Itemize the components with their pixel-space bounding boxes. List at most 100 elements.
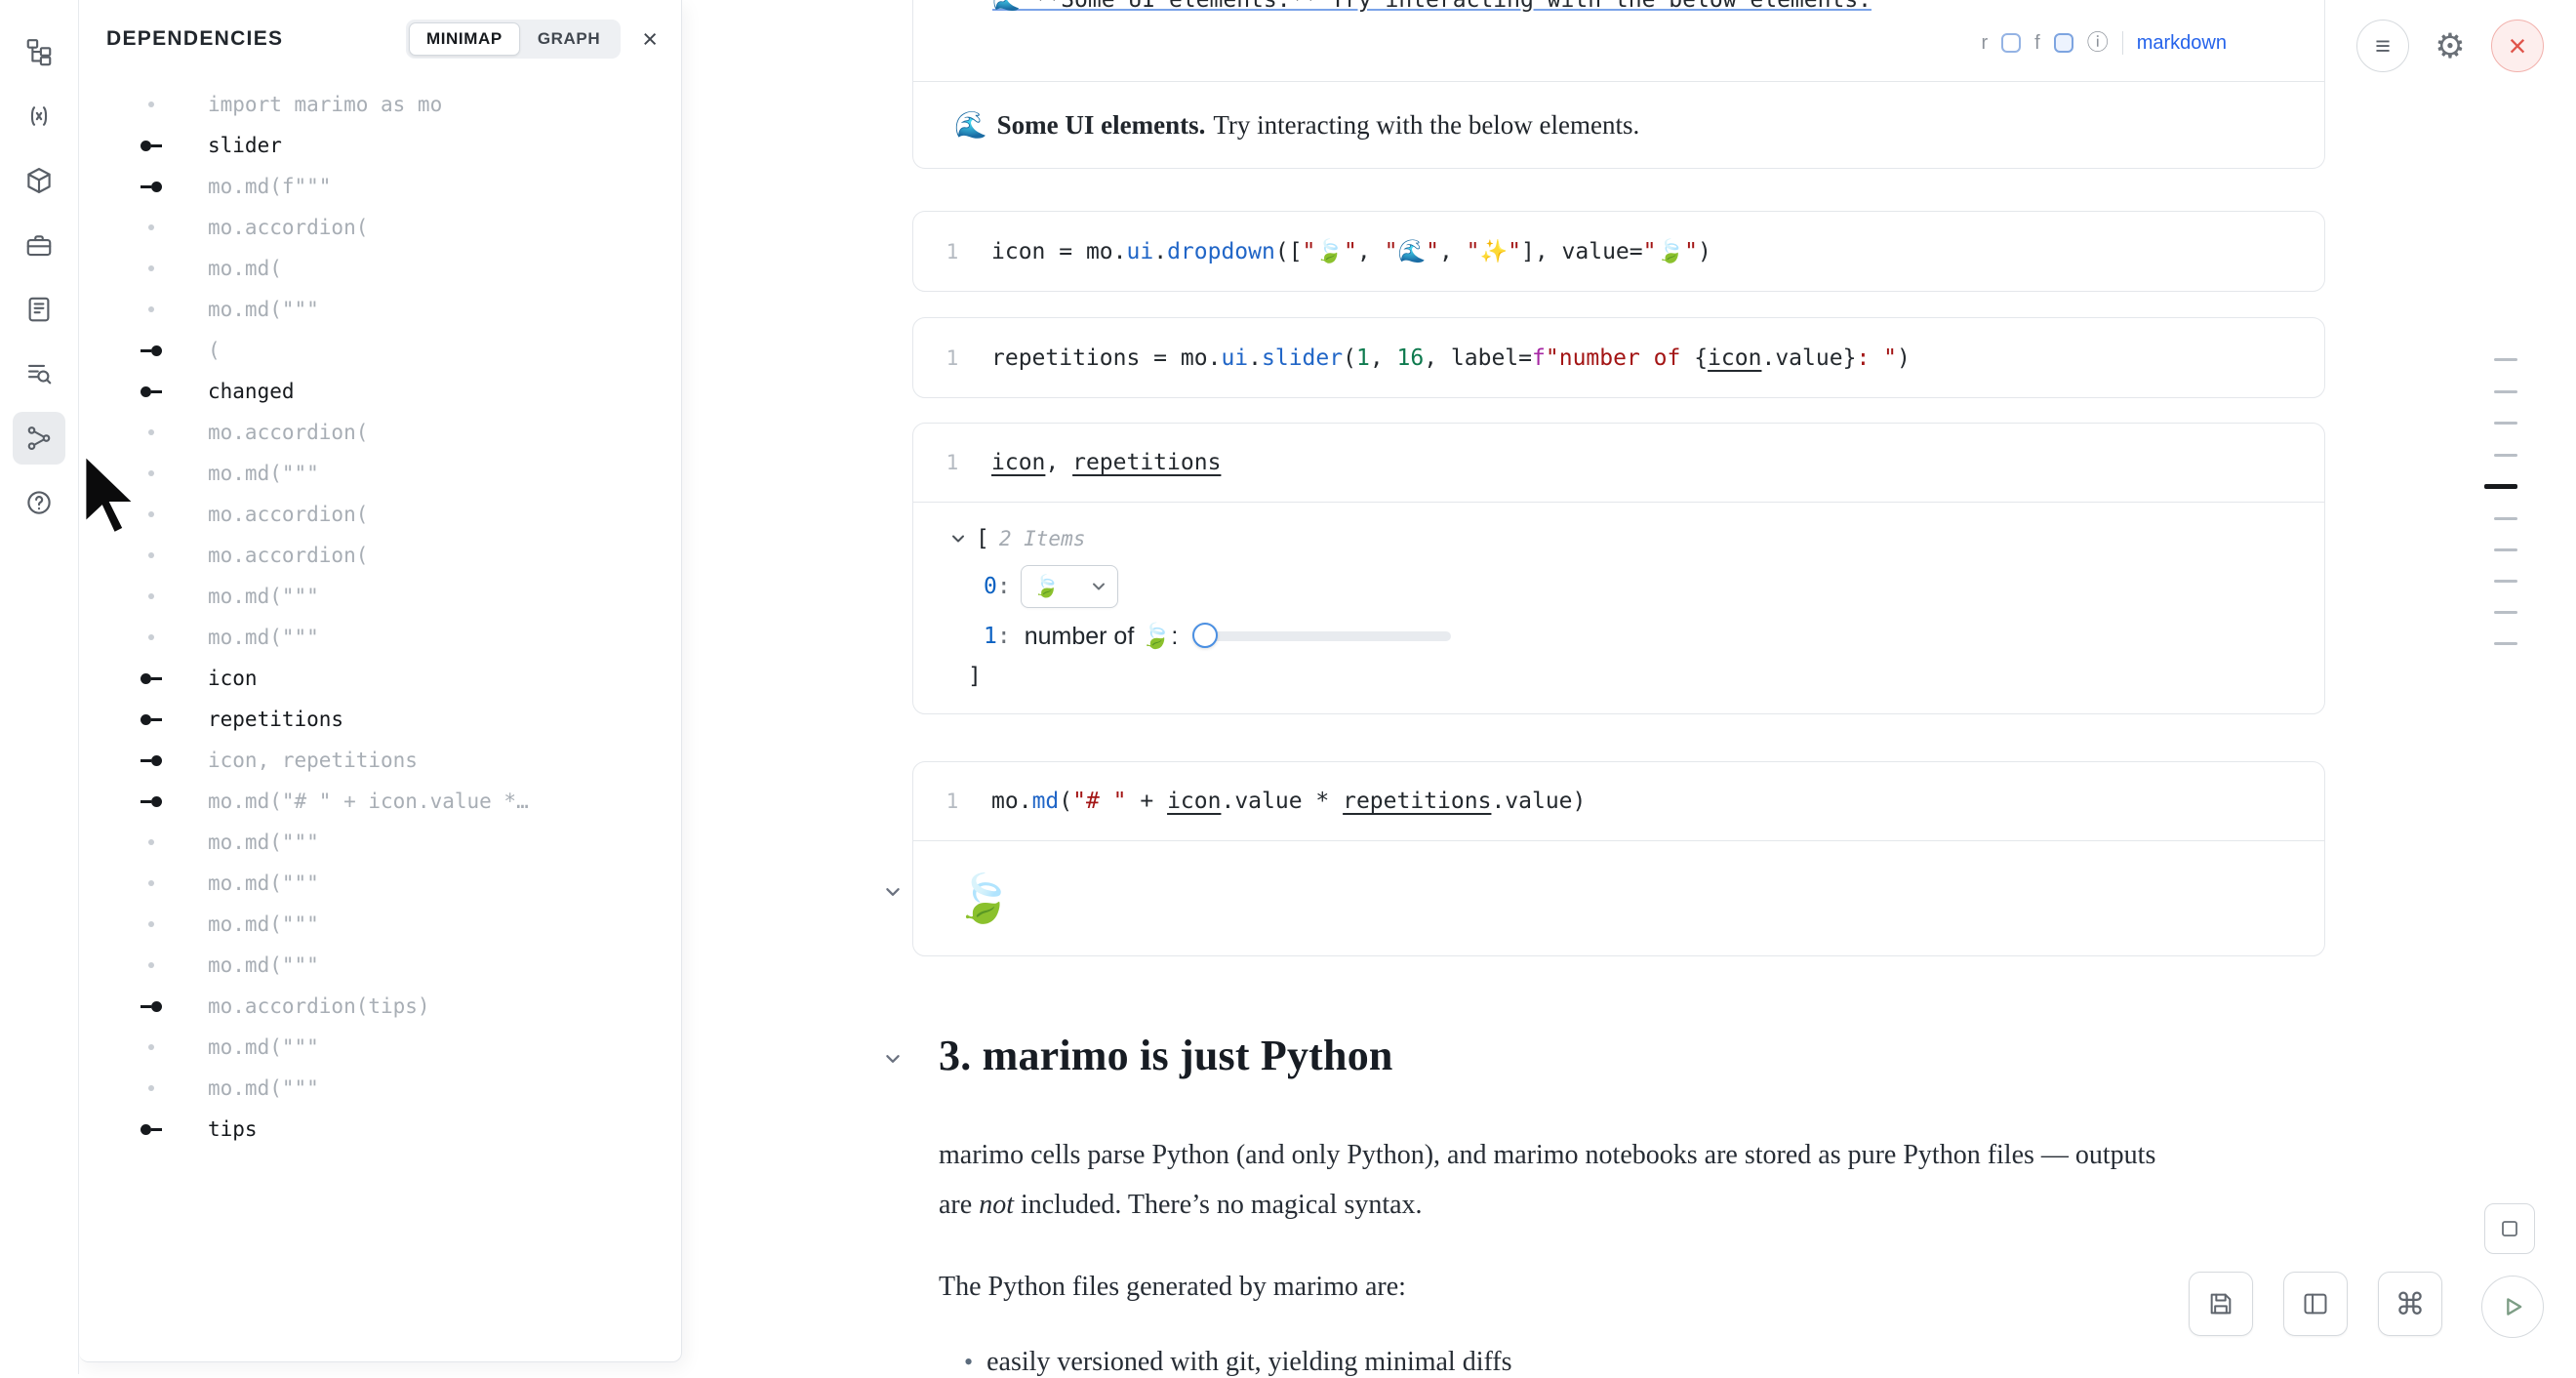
dependency-row[interactable]: mo.accordion( <box>79 207 681 248</box>
minimap-cell-line[interactable] <box>2494 642 2517 645</box>
paragraph: The Python files generated by marimo are… <box>939 1262 2285 1312</box>
dependency-row[interactable]: mo.md(f""" <box>79 166 681 207</box>
logs-icon[interactable] <box>13 347 65 400</box>
dependency-row[interactable]: ( <box>79 330 681 371</box>
minimap-cell-line[interactable] <box>2494 517 2517 520</box>
section-marimo-is-just-python: 3. marimo is just Python marimo cells pa… <box>939 1029 2285 1378</box>
line-number: 1 <box>913 240 991 263</box>
cell-dot-marker <box>128 593 175 599</box>
graph-node-marker <box>128 386 175 397</box>
minimap-cell-line[interactable] <box>2494 548 2517 551</box>
markdown-source-line[interactable]: 🌊 **Some UI elements.** Try interacting … <box>992 0 1872 13</box>
dependency-label: mo.md(""" <box>208 912 319 936</box>
raw-toggle-checkbox[interactable] <box>2001 33 2021 53</box>
markdown-output: 🌊Some UI elements.Try interacting with t… <box>913 82 2324 168</box>
snippets-icon[interactable] <box>13 90 65 142</box>
raw-toggle-label: r <box>1981 32 1988 55</box>
dependency-row[interactable]: mo.accordion( <box>79 535 681 576</box>
cell-collapse-chevron-icon[interactable] <box>883 883 903 903</box>
list-item-text: easily versioned with git, yielding mini… <box>986 1347 1511 1378</box>
dependency-row[interactable]: mo.md(""" <box>79 822 681 863</box>
file-tree-icon[interactable] <box>13 25 65 78</box>
shutdown-icon[interactable]: × <box>2491 20 2544 72</box>
dependency-row[interactable]: icon <box>79 658 681 699</box>
cell-dot-marker <box>128 306 175 312</box>
dependency-row[interactable]: mo.accordion(tips) <box>79 986 681 1027</box>
keyboard-shortcuts-icon[interactable]: ⌘ <box>2378 1272 2442 1336</box>
dependency-row[interactable]: mo.md(""" <box>79 863 681 904</box>
dependency-row[interactable]: mo.md(""" <box>79 945 681 986</box>
dependency-label: mo.md(""" <box>208 1035 319 1059</box>
cell-dot-marker <box>128 429 175 435</box>
dependency-row[interactable]: mo.md(""" <box>79 1027 681 1068</box>
dependency-label: mo.md(""" <box>208 871 319 895</box>
code-editor-line[interactable]: mo.md("# " + icon.value * repetitions.va… <box>991 789 1586 814</box>
view-toggle: MINIMAP GRAPH <box>406 20 621 59</box>
layout-panel-icon[interactable] <box>2283 1272 2348 1336</box>
dependency-row[interactable]: mo.md(""" <box>79 289 681 330</box>
array-output: [ 2 Items 0: 🍃 1: number of 🍃: <box>913 503 2324 713</box>
markdown-editor[interactable]: 🌊 **Some UI elements.** Try interacting … <box>913 0 2324 82</box>
dependency-label: mo.accordion(tips) <box>208 994 430 1018</box>
fstring-toggle-checkbox[interactable] <box>2054 33 2073 53</box>
code-editor-line[interactable]: repetitions = mo.ui.slider(1, 16, label=… <box>991 345 1911 371</box>
dependency-row[interactable]: mo.accordion( <box>79 494 681 535</box>
dependency-row[interactable]: mo.md(""" <box>79 453 681 494</box>
packages-icon[interactable] <box>13 154 65 207</box>
save-icon[interactable] <box>2189 1272 2253 1336</box>
minimap-cell-line[interactable] <box>2494 454 2517 457</box>
icon-dropdown-select[interactable]: 🍃 <box>1021 565 1118 608</box>
markdown-mode-button[interactable]: markdown <box>2137 32 2227 55</box>
dependency-row[interactable]: repetitions <box>79 699 681 740</box>
dependency-row[interactable]: mo.md( <box>79 248 681 289</box>
dependency-label: repetitions <box>208 708 343 731</box>
cell-dot-marker <box>128 101 175 107</box>
minimap-cell-line[interactable] <box>2494 422 2517 425</box>
dependency-row[interactable]: icon, repetitions <box>79 740 681 781</box>
minimap-cell-line[interactable] <box>2494 611 2517 614</box>
scratchpad-icon[interactable] <box>13 283 65 336</box>
dependency-label: mo.md(f""" <box>208 175 331 198</box>
line-number: 1 <box>913 790 991 813</box>
minimap-cell-line[interactable] <box>2484 484 2517 489</box>
minimap-toggle-icon[interactable] <box>2484 1203 2535 1254</box>
bullet-list: •easily versioned with git, yielding min… <box>939 1347 2285 1378</box>
chevron-down-icon[interactable] <box>950 531 966 547</box>
tab-graph[interactable]: GRAPH <box>520 22 618 56</box>
info-icon[interactable]: ⓘ <box>2087 32 2109 54</box>
dependency-row[interactable]: mo.accordion( <box>79 412 681 453</box>
cell-dot-marker <box>128 1085 175 1091</box>
dependency-row[interactable]: tips <box>79 1109 681 1150</box>
minimap-cell-line[interactable] <box>2494 390 2517 393</box>
dependency-label: mo.md(""" <box>208 626 319 649</box>
toolbox-icon[interactable] <box>13 219 65 271</box>
dependency-row[interactable]: mo.md(""" <box>79 904 681 945</box>
slider-thumb[interactable] <box>1192 623 1218 648</box>
dependency-row[interactable]: changed <box>79 371 681 412</box>
cell-dot-marker <box>128 470 175 476</box>
dependency-row[interactable]: import marimo as mo <box>79 84 681 125</box>
run-all-icon[interactable] <box>2481 1276 2544 1338</box>
code-editor-line[interactable]: icon, repetitions <box>991 450 1221 475</box>
dependency-row[interactable]: mo.md(""" <box>79 1068 681 1109</box>
section-collapse-chevron-icon[interactable] <box>883 1050 903 1070</box>
dependency-row[interactable]: mo.md(""" <box>79 617 681 658</box>
minimap-cell-line[interactable] <box>2494 580 2517 583</box>
dependency-row[interactable]: slider <box>79 125 681 166</box>
menu-icon[interactable]: ≡ <box>2356 20 2409 72</box>
repetitions-slider[interactable] <box>1196 631 1451 641</box>
dependency-row[interactable]: mo.md(""" <box>79 576 681 617</box>
help-icon[interactable] <box>13 476 65 529</box>
slider-label: number of 🍃: <box>1025 623 1186 651</box>
graph-node-marker <box>128 141 175 151</box>
gear-icon[interactable]: ⚙ <box>2424 20 2476 72</box>
graph-node-marker <box>128 714 175 725</box>
minimap-cell-line[interactable] <box>2494 358 2517 361</box>
code-editor-line[interactable]: icon = mo.ui.dropdown(["🍃", "🌊", "✨"], v… <box>991 238 1711 264</box>
tab-minimap[interactable]: MINIMAP <box>409 22 520 56</box>
dependencies-icon[interactable] <box>13 412 65 465</box>
cell-dot-marker <box>128 839 175 845</box>
close-panel-icon[interactable]: × <box>642 26 658 53</box>
dependency-row[interactable]: mo.md("# " + icon.value *… <box>79 781 681 822</box>
graph-node-marker <box>128 1124 175 1135</box>
